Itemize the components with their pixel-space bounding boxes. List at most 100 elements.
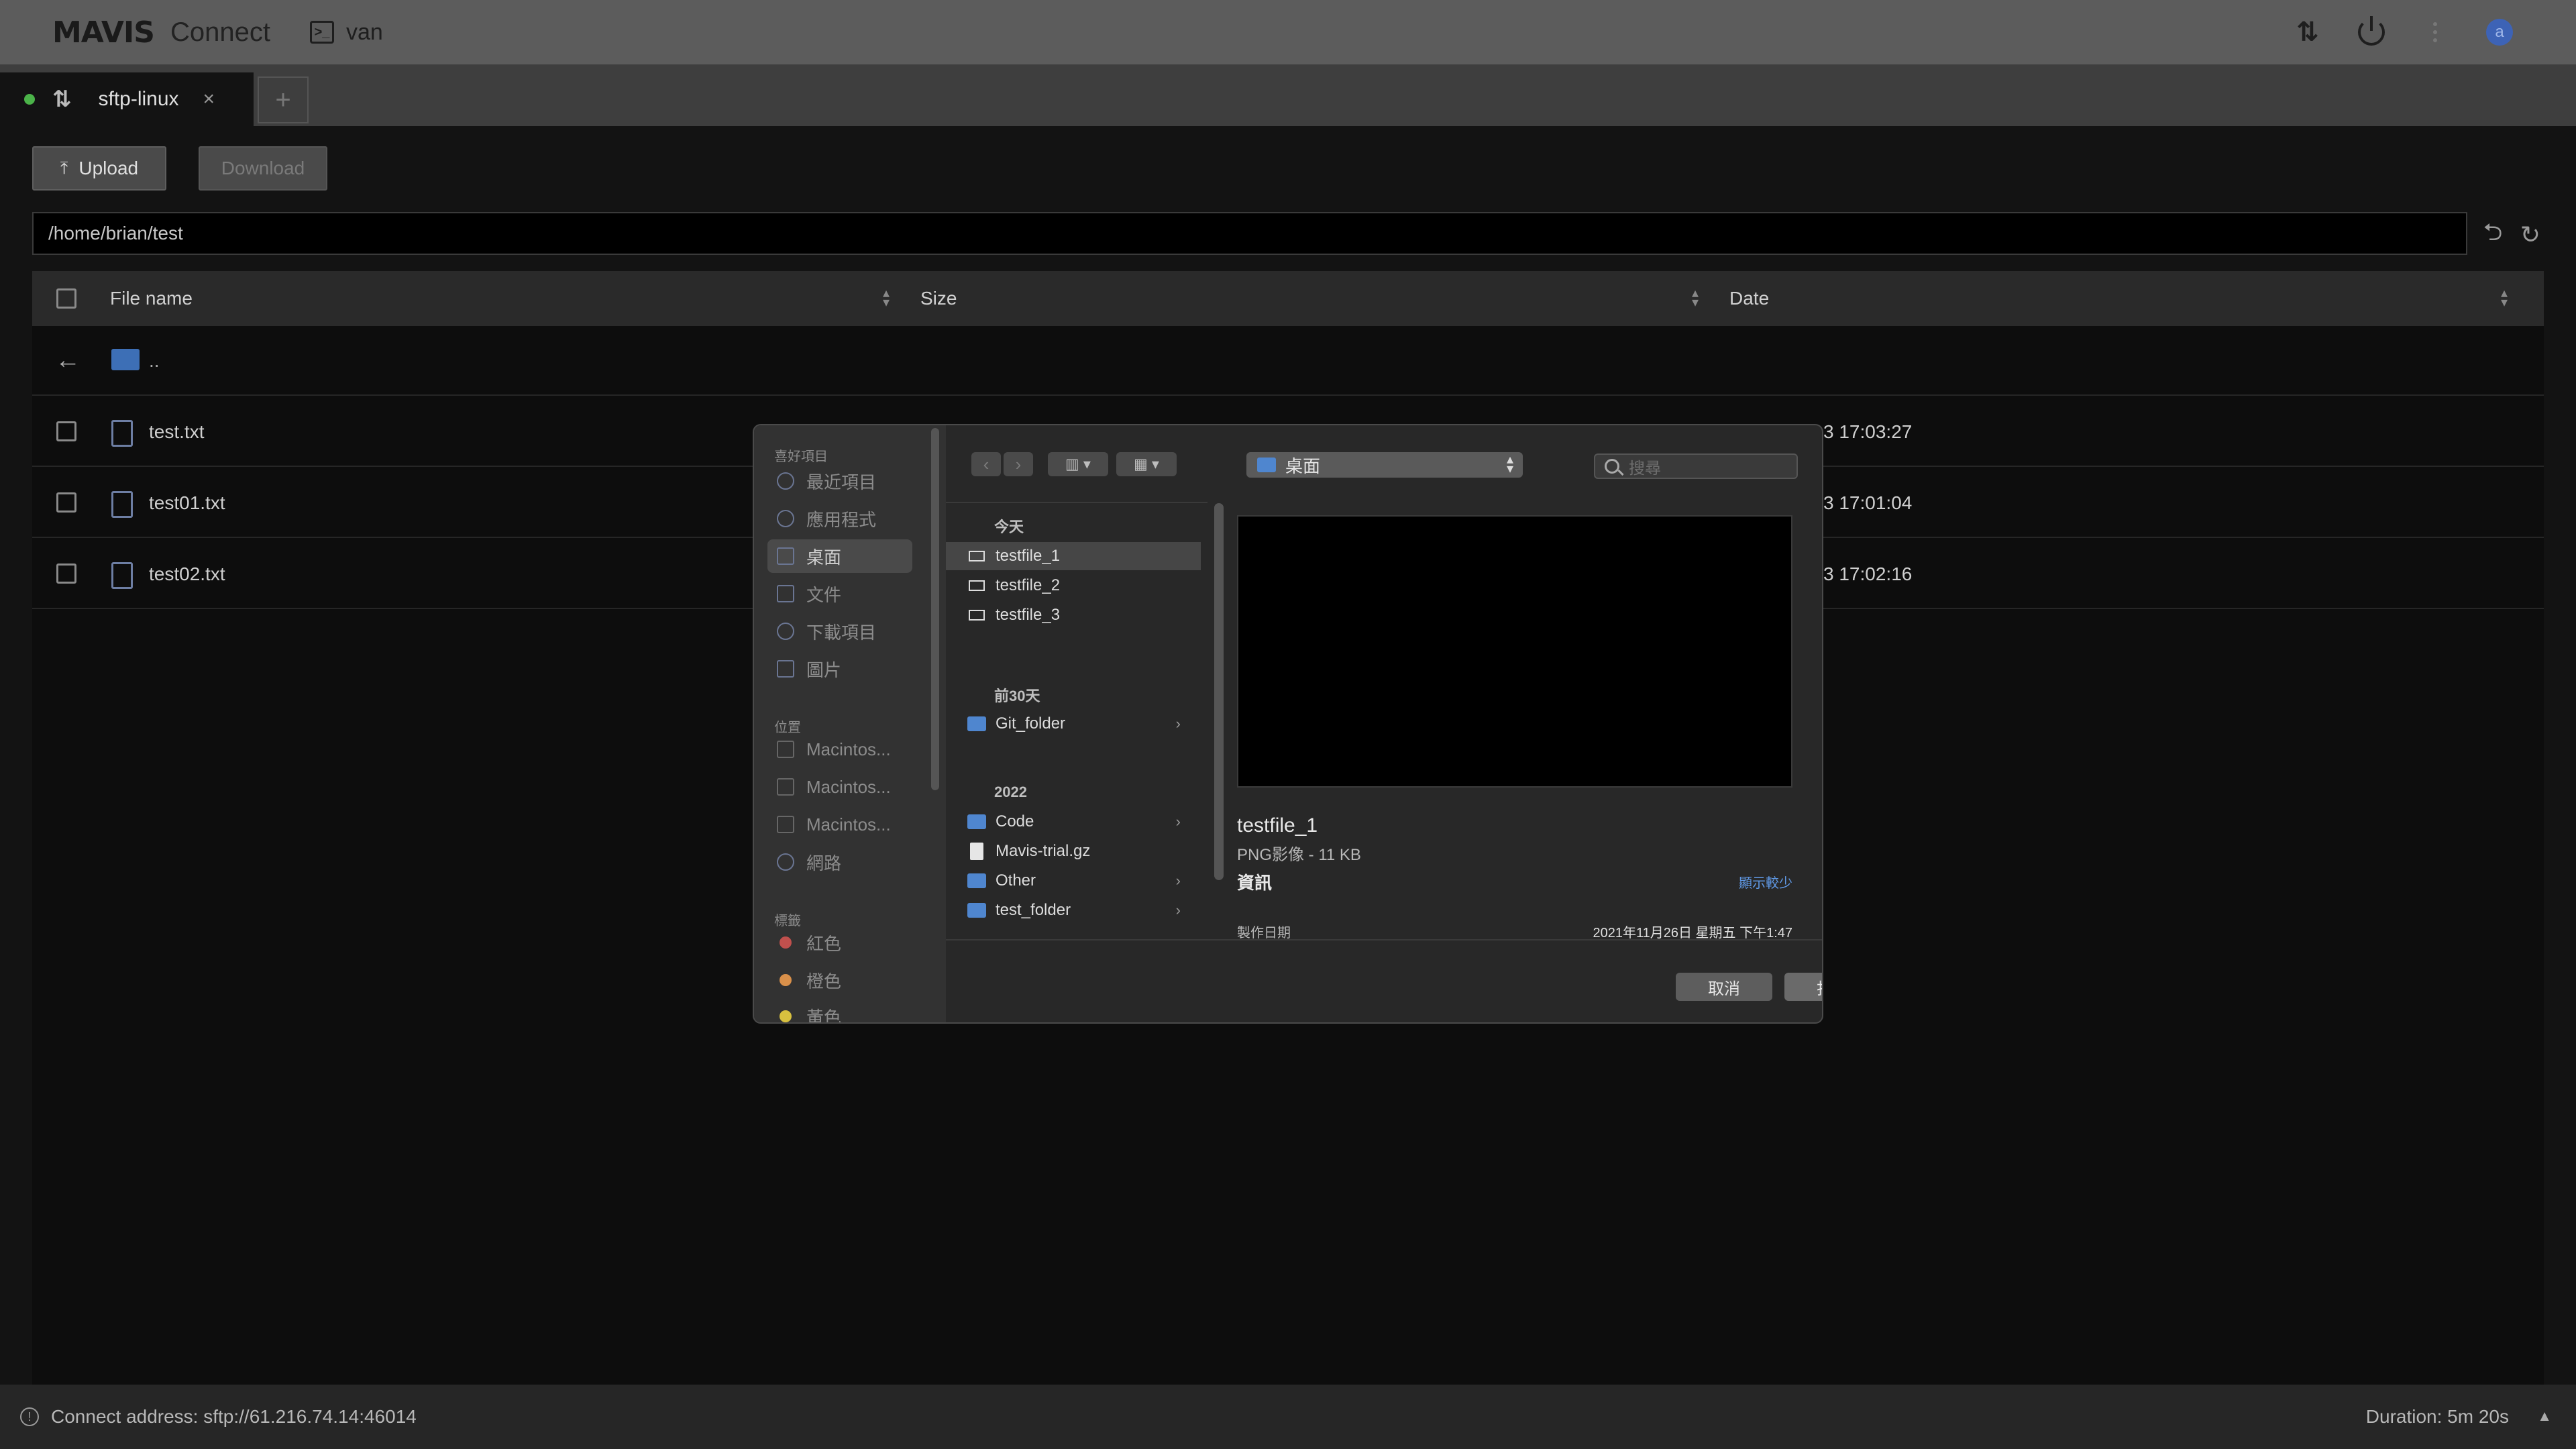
more-menu-icon[interactable] bbox=[2428, 15, 2442, 50]
path-input[interactable]: /home/brian/test bbox=[32, 212, 2467, 255]
group-today: 今天 bbox=[994, 519, 1024, 535]
sidebar-item-disk-2[interactable]: Macintos... bbox=[767, 770, 912, 804]
terminal-icon: >_ bbox=[310, 21, 334, 44]
close-tab-icon[interactable]: × bbox=[203, 88, 215, 111]
folder-open-icon bbox=[111, 349, 140, 370]
upload-label: Upload bbox=[78, 158, 139, 178]
refresh-icon[interactable]: ↻ bbox=[2517, 221, 2544, 248]
show-less-link[interactable]: 顯示較少 bbox=[1739, 872, 1792, 892]
column-view-button[interactable]: ▥ ▾ bbox=[1048, 452, 1108, 476]
list-item[interactable]: test_folder › bbox=[946, 896, 1201, 924]
download-button[interactable]: Download bbox=[199, 146, 327, 191]
sidebar-tag-red[interactable]: 紅色 bbox=[767, 926, 912, 959]
list-item[interactable]: testfile_1 bbox=[946, 542, 1201, 570]
sidebar-item-disk-1[interactable]: Macintos... bbox=[767, 733, 912, 766]
picture-icon bbox=[777, 660, 794, 678]
sidebar-item-disk-3[interactable]: Macintos... bbox=[767, 808, 912, 841]
chevron-right-icon: › bbox=[1175, 872, 1181, 889]
list-item[interactable]: Other › bbox=[946, 867, 1201, 895]
column-size[interactable]: Size bbox=[920, 271, 957, 326]
folder-icon bbox=[967, 873, 986, 888]
sidebar-scrollbar[interactable] bbox=[931, 428, 939, 790]
list-item[interactable]: testfile_3 bbox=[946, 601, 1201, 629]
duration: Duration: 5m 20s bbox=[2365, 1406, 2509, 1427]
created-date-value: 2021年11月26日 星期五 下午1:47 bbox=[1593, 926, 1792, 941]
created-date-label: 製作日期 bbox=[1237, 926, 1291, 941]
sort-size-icon[interactable]: ▴ ▾ bbox=[1692, 286, 1699, 309]
status-bar: ! Connect address: sftp://61.216.74.14:4… bbox=[0, 1385, 2576, 1449]
list-item[interactable]: testfile_2 bbox=[946, 572, 1201, 600]
cancel-button[interactable]: 取消 bbox=[1676, 973, 1772, 1001]
desktop-icon bbox=[777, 547, 794, 565]
column-scrollbar[interactable] bbox=[1214, 503, 1224, 880]
power-icon[interactable] bbox=[2356, 15, 2387, 50]
applications-icon bbox=[777, 510, 794, 527]
search-icon bbox=[1605, 459, 1619, 474]
location-dropdown[interactable]: 桌面 ▴ ▾ bbox=[1246, 452, 1523, 478]
favorites-header: 喜好項目 bbox=[774, 449, 828, 464]
sidebar-item-documents[interactable]: 文件 bbox=[767, 577, 912, 610]
search-input[interactable]: 搜尋 bbox=[1594, 453, 1798, 479]
location-label: 桌面 bbox=[1285, 455, 1321, 476]
list-item[interactable]: Code › bbox=[946, 808, 1201, 836]
file-preview: testfile_1 PNG影像 - 11 KB 資訊 顯示較少 製作日期 20… bbox=[1226, 502, 1811, 941]
column-file-name[interactable]: File name bbox=[110, 271, 193, 326]
sidebar-tag-orange[interactable]: 橙色 bbox=[767, 963, 912, 997]
connect-address-text: Connect address: sftp://61.216.74.14:460… bbox=[51, 1406, 417, 1427]
search-placeholder: 搜尋 bbox=[1629, 459, 1661, 478]
tab-sftp-linux[interactable]: ⇅ sftp-linux × bbox=[0, 72, 254, 126]
sort-date-icon[interactable]: ▴ ▾ bbox=[2501, 286, 2508, 309]
add-tab-button[interactable]: + bbox=[258, 76, 309, 123]
caret-up-icon[interactable]: ▲ bbox=[2537, 1407, 2552, 1425]
row-checkbox[interactable] bbox=[56, 421, 76, 441]
logo-mavis: MAVIS bbox=[52, 15, 155, 50]
sidebar-item-downloads[interactable]: 下載項目 bbox=[767, 614, 912, 648]
sidebar-item-applications[interactable]: 應用程式 bbox=[767, 502, 912, 535]
list-item[interactable]: Git_folder › bbox=[946, 710, 1201, 738]
dialog-sidebar: 喜好項目 最近項目 應用程式 桌面 文件 下載項目 圖片 位置 Macintos… bbox=[754, 425, 946, 1022]
list-item[interactable]: Mavis-trial.gz bbox=[946, 837, 1201, 865]
file-column: 今天 testfile_1 testfile_2 testfile_3 前30天… bbox=[946, 502, 1224, 939]
row-checkbox[interactable] bbox=[56, 564, 76, 584]
connection-selector[interactable]: >_ van bbox=[310, 16, 383, 48]
file-date: 3 17:01:04 bbox=[1823, 492, 1913, 513]
folder-icon bbox=[1257, 458, 1276, 472]
sidebar-item-network[interactable]: 網路 bbox=[767, 845, 912, 879]
sidebar-item-desktop[interactable]: 桌面 bbox=[767, 539, 912, 573]
forward-nav-button[interactable]: › bbox=[1004, 452, 1033, 476]
sidebar-item-recents[interactable]: 最近項目 bbox=[767, 464, 912, 498]
logo-connect: Connect bbox=[170, 17, 270, 47]
back-arrow-icon[interactable]: ← bbox=[55, 346, 80, 375]
group-view-button[interactable]: ▦ ▾ bbox=[1116, 452, 1177, 476]
yellow-tag-dot bbox=[780, 1010, 792, 1022]
sidebar-tag-yellow[interactable]: 黃色 bbox=[767, 1000, 912, 1022]
chevron-right-icon: › bbox=[1175, 715, 1181, 732]
file-icon bbox=[111, 491, 133, 518]
folder-icon bbox=[967, 814, 986, 829]
tab-strip: ⇅ sftp-linux × + bbox=[0, 64, 2576, 126]
back-nav-button[interactable]: ‹ bbox=[971, 452, 1001, 476]
chevron-right-icon: › bbox=[1175, 813, 1181, 830]
sidebar-item-pictures[interactable]: 圖片 bbox=[767, 652, 912, 686]
file-date: 3 17:03:27 bbox=[1823, 421, 1913, 442]
avatar[interactable]: a bbox=[2486, 19, 2513, 46]
column-date[interactable]: Date bbox=[1729, 271, 1769, 326]
app-logo: MAVIS Connect bbox=[52, 15, 270, 50]
parent-directory-row[interactable]: ← .. bbox=[32, 326, 2544, 396]
transfer-icon[interactable]: ⇅ bbox=[2293, 15, 2322, 50]
return-icon[interactable]: ⮌ bbox=[2479, 218, 2506, 248]
file-icon bbox=[111, 562, 133, 589]
info-icon: ! bbox=[20, 1407, 39, 1426]
dialog-main: ‹ › ▥ ▾ ▦ ▾ 桌面 ▴ ▾ 搜尋 今天 testfile_1 testf… bbox=[946, 425, 1822, 1022]
image-file-icon bbox=[969, 580, 985, 591]
upload-button[interactable]: ⤒ Upload bbox=[32, 146, 166, 191]
select-all-checkbox[interactable] bbox=[56, 288, 76, 309]
row-checkbox[interactable] bbox=[56, 492, 76, 513]
file-name: test02.txt bbox=[149, 564, 225, 584]
dialog-divider bbox=[946, 939, 1822, 941]
preview-file-name: testfile_1 bbox=[1237, 814, 1318, 837]
open-button[interactable]: 打開 bbox=[1784, 973, 1822, 1001]
tab-label: sftp-linux bbox=[98, 88, 179, 110]
globe-icon bbox=[777, 853, 794, 871]
sort-name-icon[interactable]: ▴ ▾ bbox=[883, 286, 890, 309]
